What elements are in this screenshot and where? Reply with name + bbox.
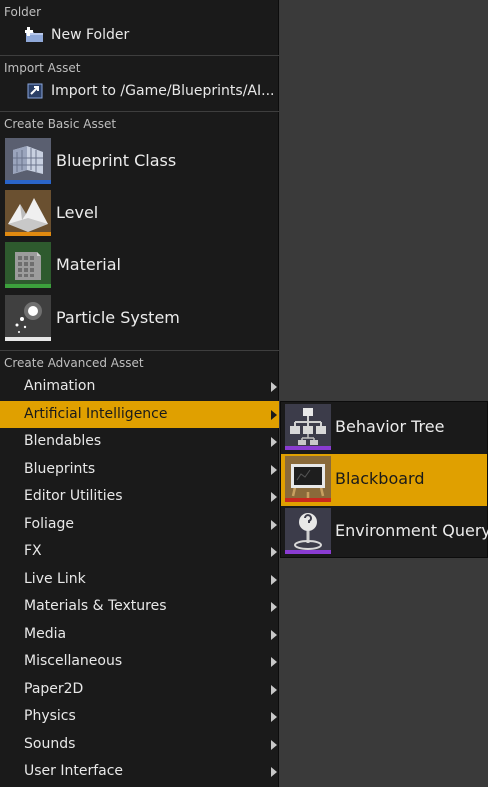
category-label: Animation: [24, 378, 96, 394]
category-materials-textures[interactable]: Materials & Textures: [0, 593, 279, 620]
blackboard-icon: [285, 456, 331, 502]
particle-system-icon: [5, 295, 51, 341]
particle-system-label: Particle System: [56, 308, 180, 327]
category-label: Blueprints: [24, 461, 96, 477]
chevron-right-icon: [271, 767, 277, 777]
ai-submenu: Behavior Tree Blackboard Environment Que…: [280, 401, 488, 558]
category-live-link[interactable]: Live Link: [0, 566, 279, 593]
behavior-tree-item[interactable]: Behavior Tree: [281, 402, 487, 454]
material-icon: [5, 242, 51, 288]
category-paper2d[interactable]: Paper2D: [0, 676, 279, 703]
blueprint-class-item[interactable]: Blueprint Class: [0, 137, 279, 189]
particle-system-item[interactable]: Particle System: [0, 294, 279, 346]
section-header-advanced: Create Advanced Asset: [4, 356, 144, 370]
category-label: Materials & Textures: [24, 598, 167, 614]
section-header-import: Import Asset: [4, 61, 81, 75]
chevron-right-icon: [271, 575, 277, 585]
category-sounds[interactable]: Sounds: [0, 731, 279, 758]
category-label: Miscellaneous: [24, 653, 123, 669]
blackboard-item[interactable]: Blackboard: [281, 454, 487, 506]
chevron-right-icon: [271, 547, 277, 557]
category-foliage[interactable]: Foliage: [0, 511, 279, 538]
category-editor-utilities[interactable]: Editor Utilities: [0, 483, 279, 510]
behavior-tree-icon: [285, 404, 331, 450]
separator: [0, 55, 279, 56]
category-label: Sounds: [24, 736, 76, 752]
category-label: Blendables: [24, 433, 102, 449]
category-label: Live Link: [24, 571, 86, 587]
chevron-right-icon: [271, 657, 277, 667]
material-label: Material: [56, 255, 121, 274]
new-folder-item[interactable]: New Folder: [0, 22, 279, 48]
chevron-right-icon: [271, 602, 277, 612]
environment-query-label: Environment Query: [335, 521, 488, 540]
blueprint-class-label: Blueprint Class: [56, 151, 177, 170]
category-blendables[interactable]: Blendables: [0, 428, 279, 455]
import-label: Import to /Game/Blueprints/AI...: [51, 83, 275, 99]
material-item[interactable]: Material: [0, 241, 279, 293]
environment-query-icon: [285, 508, 331, 554]
category-physics[interactable]: Physics: [0, 703, 279, 730]
category-label: FX: [24, 543, 42, 559]
blackboard-label: Blackboard: [335, 469, 425, 488]
category-label: Paper2D: [24, 681, 84, 697]
category-miscellaneous[interactable]: Miscellaneous: [0, 648, 279, 675]
category-label: Editor Utilities: [24, 488, 123, 504]
category-label: Physics: [24, 708, 76, 724]
category-fx[interactable]: FX: [0, 538, 279, 565]
chevron-right-icon: [271, 712, 277, 722]
category-animation[interactable]: Animation: [0, 373, 279, 400]
chevron-right-icon: [271, 685, 277, 695]
chevron-right-icon: [271, 630, 277, 640]
separator: [0, 111, 279, 112]
behavior-tree-label: Behavior Tree: [335, 417, 445, 436]
category-media[interactable]: Media: [0, 621, 279, 648]
chevron-right-icon: [271, 382, 277, 392]
chevron-right-icon: [271, 410, 277, 420]
import-item[interactable]: Import to /Game/Blueprints/AI...: [0, 78, 279, 104]
environment-query-item[interactable]: Environment Query: [281, 506, 488, 558]
category-label: User Interface: [24, 763, 124, 779]
category-blueprints[interactable]: Blueprints: [0, 456, 279, 483]
section-header-basic: Create Basic Asset: [4, 117, 117, 131]
new-folder-icon: [24, 26, 45, 44]
category-label: Foliage: [24, 516, 74, 532]
section-header-folder: Folder: [4, 5, 42, 19]
level-item[interactable]: Level: [0, 189, 279, 241]
chevron-right-icon: [271, 520, 277, 530]
level-label: Level: [56, 203, 99, 222]
new-folder-label: New Folder: [51, 27, 130, 43]
chevron-right-icon: [271, 492, 277, 502]
category-artificial-intelligence[interactable]: Artificial Intelligence: [0, 401, 279, 428]
chevron-right-icon: [271, 437, 277, 447]
blueprint-class-icon: [5, 138, 51, 184]
separator: [0, 350, 279, 351]
chevron-right-icon: [271, 465, 277, 475]
level-icon: [5, 190, 51, 236]
context-menu: Folder New Folder Import Asset Import to…: [0, 0, 279, 787]
category-label: Media: [24, 626, 67, 642]
import-icon: [25, 82, 45, 100]
category-user-interface[interactable]: User Interface: [0, 758, 279, 785]
chevron-right-icon: [271, 740, 277, 750]
category-label: Artificial Intelligence: [24, 406, 168, 422]
